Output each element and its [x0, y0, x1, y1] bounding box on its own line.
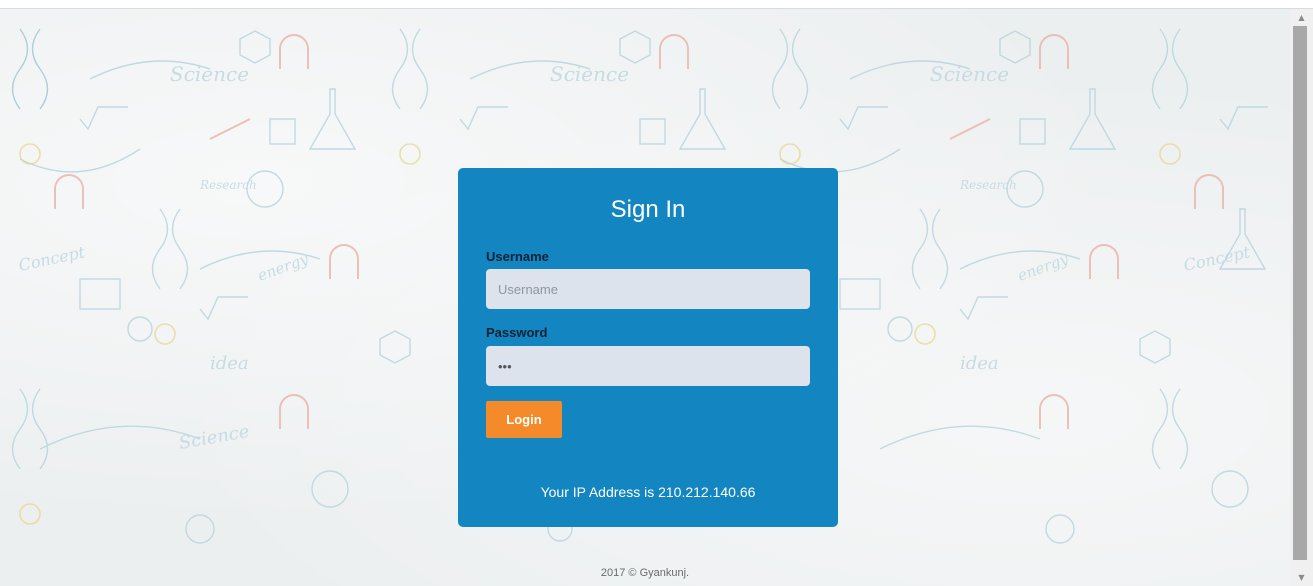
- doodle-word: Concept: [17, 242, 87, 275]
- doodle-word: Research: [959, 178, 1017, 192]
- vertical-scrollbar[interactable]: ▲ ▼: [1290, 9, 1313, 586]
- doodle-word: Concept: [1182, 242, 1252, 275]
- username-input[interactable]: [486, 269, 810, 309]
- doodle-word: idea: [960, 353, 999, 374]
- footer-copyright: 2017 © Gyankunj.: [600, 567, 690, 579]
- login-button[interactable]: Login: [486, 401, 562, 438]
- doodle-word: Science: [930, 62, 1009, 86]
- doodle-word: Science: [170, 62, 249, 86]
- doodle-word: Science: [177, 421, 251, 454]
- scroll-up-arrow-icon[interactable]: ▲: [1290, 9, 1313, 26]
- doodle-word: energy: [255, 250, 311, 285]
- browser-top-border: [0, 0, 1313, 9]
- sign-in-card: Sign In Username Password Login Your IP …: [458, 168, 838, 527]
- doodle-word: Science: [550, 62, 629, 86]
- sign-in-title: Sign In: [610, 196, 686, 223]
- ip-address-text: Your IP Address is 210.212.140.66: [540, 484, 756, 500]
- password-input[interactable]: [486, 346, 810, 386]
- doodle-word: idea: [210, 353, 249, 374]
- scrollbar-thumb[interactable]: [1293, 26, 1307, 560]
- doodle-word: energy: [1015, 250, 1071, 285]
- password-label: Password: [486, 325, 548, 340]
- username-label: Username: [486, 249, 549, 264]
- scroll-down-arrow-icon[interactable]: ▼: [1290, 569, 1313, 586]
- doodle-word: Research: [199, 178, 257, 192]
